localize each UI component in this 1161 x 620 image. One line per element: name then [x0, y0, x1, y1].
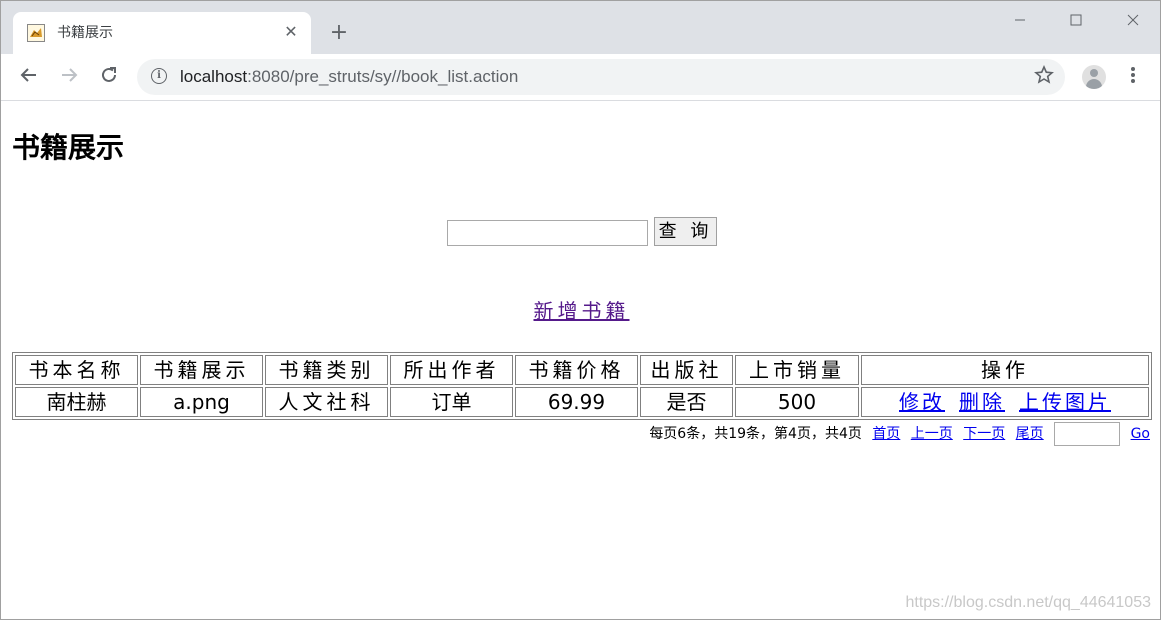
page-content: 书籍展示 查 询 新增书籍 书本名称 书籍展示 书籍类别 所出作者 书籍价格 出… — [1, 101, 1160, 619]
url-host: localhost — [180, 67, 248, 86]
go-link[interactable]: Go — [1131, 426, 1150, 442]
tomcat-favicon-icon — [27, 24, 45, 42]
page-title: 书籍展示 — [12, 131, 125, 164]
back-arrow-icon[interactable] — [17, 65, 41, 89]
url-path: :8080/pre_struts/sy//book_list.action — [247, 67, 519, 86]
search-button[interactable]: 查 询 — [654, 217, 717, 246]
prev-page-link[interactable]: 上一页 — [911, 426, 953, 442]
tab-close-icon[interactable]: ✕ — [281, 22, 301, 42]
new-tab-button[interactable]: + — [327, 21, 351, 45]
column-header: 所出作者 — [390, 355, 513, 385]
tab-strip: 书籍展示 ✕ + — [1, 1, 1160, 54]
profile-avatar-icon[interactable] — [1082, 65, 1106, 89]
maximize-icon[interactable] — [1061, 9, 1091, 33]
book-image-cell: a.png — [140, 387, 263, 417]
column-header: 出版社 — [640, 355, 733, 385]
edit-link[interactable]: 修改 — [899, 390, 945, 414]
column-header: 书籍价格 — [515, 355, 638, 385]
next-page-link[interactable]: 下一页 — [963, 426, 1005, 442]
books-table: 书本名称 书籍展示 书籍类别 所出作者 书籍价格 出版社 上市销量 操作 南柱赫… — [12, 352, 1152, 420]
column-header: 书籍展示 — [140, 355, 263, 385]
forward-arrow-icon[interactable] — [57, 65, 81, 89]
bookmark-star-icon[interactable] — [1032, 65, 1056, 89]
book-sales-cell: 500 — [735, 387, 859, 417]
add-book-link[interactable]: 新增书籍 — [1, 298, 1161, 324]
browser-toolbar: i localhost:8080/pre_struts/sy//book_lis… — [1, 54, 1160, 101]
upload-image-link[interactable]: 上传图片 — [1019, 390, 1111, 414]
column-header: 操作 — [861, 355, 1149, 385]
first-page-link[interactable]: 首页 — [872, 426, 900, 442]
menu-icon[interactable] — [1123, 65, 1143, 89]
book-price-cell: 69.99 — [515, 387, 638, 417]
book-name-cell: 南柱赫 — [15, 387, 138, 417]
book-category-cell: 人文社科 — [265, 387, 388, 417]
tab-title: 书籍展示 — [57, 25, 113, 41]
search-input[interactable] — [447, 220, 648, 246]
table-header-row: 书本名称 书籍展示 书籍类别 所出作者 书籍价格 出版社 上市销量 操作 — [15, 355, 1149, 385]
page-number-input[interactable] — [1054, 422, 1121, 446]
close-window-icon[interactable] — [1118, 9, 1148, 33]
actions-cell: 修改 删除 上传图片 — [861, 387, 1149, 417]
delete-link[interactable]: 删除 — [959, 390, 1005, 414]
reload-icon[interactable] — [97, 65, 121, 89]
info-icon[interactable]: i — [151, 68, 167, 84]
column-header: 书籍类别 — [265, 355, 388, 385]
column-header: 上市销量 — [735, 355, 859, 385]
book-publisher-cell: 是否 — [640, 387, 733, 417]
url-text[interactable]: localhost:8080/pre_struts/sy//book_list.… — [180, 66, 518, 88]
pagination-summary: 每页6条，共19条，第4页，共4页 — [649, 426, 862, 442]
book-author-cell: 订单 — [390, 387, 513, 417]
column-header: 书本名称 — [15, 355, 138, 385]
table-row: 南柱赫 a.png 人文社科 订单 69.99 是否 500 修改 删除 上传图片 — [15, 387, 1149, 417]
address-bar[interactable]: i localhost:8080/pre_struts/sy//book_lis… — [137, 59, 1065, 95]
pagination: 每页6条，共19条，第4页，共4页 首页 上一页 下一页 尾页 Go — [649, 422, 1150, 446]
last-page-link[interactable]: 尾页 — [1016, 426, 1044, 442]
browser-tab[interactable]: 书籍展示 ✕ — [13, 12, 311, 54]
watermark: https://blog.csdn.net/qq_44641053 — [905, 594, 1151, 611]
minimize-icon[interactable] — [1005, 9, 1035, 33]
browser-window: 书籍展示 ✕ + i localhost:8080/pre_struts/sy/… — [0, 0, 1161, 620]
